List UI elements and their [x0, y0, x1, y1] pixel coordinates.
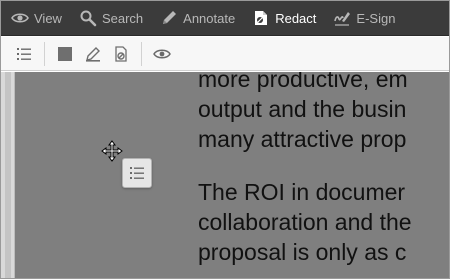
search-icon	[79, 9, 97, 27]
redact-area-icon[interactable]	[51, 40, 79, 68]
text-line: output and the busin	[198, 96, 407, 122]
list-icon	[130, 167, 144, 179]
signature-icon	[333, 9, 351, 27]
text-line: many attractive prop	[198, 126, 407, 152]
toolbar-divider	[44, 41, 45, 66]
text-line: proposal is only as c	[198, 239, 407, 265]
redaction-list-button[interactable]	[122, 158, 152, 188]
document-viewport[interactable]: more productive, em output and the busin…	[1, 72, 449, 278]
toolbar-divider	[141, 41, 142, 66]
tab-view[interactable]: View	[1, 1, 69, 36]
redact-toolbar	[1, 37, 449, 71]
document-text: more productive, em output and the busin…	[198, 72, 449, 267]
redact-icon	[252, 9, 270, 27]
left-scrollbar[interactable]	[1, 72, 15, 278]
redact-clear-icon[interactable]	[107, 40, 135, 68]
tab-annotate[interactable]: Annotate	[150, 1, 242, 36]
tab-search-label: Search	[101, 10, 144, 26]
tab-view-label: View	[34, 10, 62, 26]
tab-annotate-label: Annotate	[183, 10, 236, 26]
mode-toolbar: View Search Annotate Redact E-Sign	[1, 1, 449, 36]
eye-icon[interactable]	[148, 40, 176, 68]
text-line: The ROI in documer	[198, 179, 406, 205]
move-cursor-icon	[101, 140, 123, 162]
text-line: collaboration and the	[198, 209, 412, 235]
tab-search[interactable]: Search	[69, 1, 150, 36]
eye-icon	[11, 9, 29, 27]
tab-esign-label: E-Sign	[356, 10, 396, 26]
list-icon[interactable]	[10, 40, 38, 68]
tab-redact[interactable]: Redact	[242, 1, 323, 36]
pen-icon	[160, 9, 178, 27]
viewer-window: View Search Annotate Redact E-Sign more …	[0, 0, 450, 279]
tab-redact-label: Redact	[275, 10, 317, 26]
text-line: more productive, em	[198, 72, 408, 92]
tab-esign[interactable]: E-Sign	[323, 1, 402, 36]
redact-draw-icon[interactable]	[79, 40, 107, 68]
